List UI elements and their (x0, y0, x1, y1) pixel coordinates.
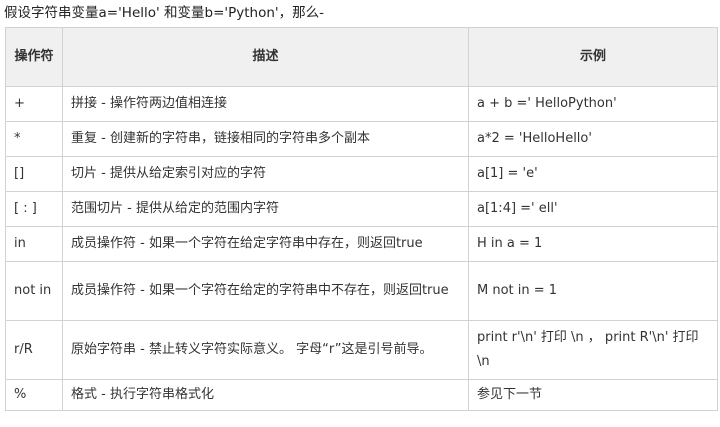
operator-cell: + (5, 86, 63, 122)
operator-cell: in (5, 226, 63, 262)
operator-cell: * (5, 121, 63, 157)
table-row: [ : ] 范围切片 - 提供从给定的范围内字符 a[1:4] =' ell' (5, 191, 718, 227)
description-cell: 拼接 - 操作符两边值相连接 (62, 86, 469, 122)
table-row: % 格式 - 执行字符串格式化 参见下一节 (5, 379, 718, 411)
header-operator: 操作符 (5, 27, 63, 87)
header-description: 描述 (62, 27, 469, 87)
table-row: r/R 原始字符串 - 禁止转义字符实际意义。 字母“r”这是引号前导。 pri… (5, 320, 718, 380)
table-row: * 重复 - 创建新的字符串，链接相同的字符串多个副本 a*2 = 'Hello… (5, 121, 718, 157)
table-row: in 成员操作符 - 如果一个字符在给定字符串中存在，则返回true H in … (5, 226, 718, 262)
example-cell: print r'\n' 打印 \n ， print R'\n' 打印 \n (468, 320, 718, 380)
header-example: 示例 (468, 27, 718, 87)
description-cell: 格式 - 执行字符串格式化 (62, 379, 469, 411)
example-cell: a*2 = 'HelloHello' (468, 121, 718, 157)
description-cell: 切片 - 提供从给定索引对应的字符 (62, 156, 469, 192)
example-cell: H in a = 1 (468, 226, 718, 262)
operator-cell: % (5, 379, 63, 411)
example-cell: M not in = 1 (468, 261, 718, 321)
table-row: [] 切片 - 提供从给定索引对应的字符 a[1] = 'e' (5, 156, 718, 192)
description-cell: 原始字符串 - 禁止转义字符实际意义。 字母“r”这是引号前导。 (62, 320, 469, 380)
description-cell: 范围切片 - 提供从给定的范围内字符 (62, 191, 469, 227)
description-cell: 成员操作符 - 如果一个字符在给定的字符串中不存在，则返回true (62, 261, 469, 321)
description-cell: 成员操作符 - 如果一个字符在给定字符串中存在，则返回true (62, 226, 469, 262)
example-cell: a[1] = 'e' (468, 156, 718, 192)
table-header-row: 操作符 描述 示例 (5, 27, 718, 87)
operator-cell: [ : ] (5, 191, 63, 227)
example-cell: 参见下一节 (468, 379, 718, 411)
operator-cell: not in (5, 261, 63, 321)
operator-cell: r/R (5, 320, 63, 380)
table-row: + 拼接 - 操作符两边值相连接 a + b =' HelloPython' (5, 86, 718, 122)
description-cell: 重复 - 创建新的字符串，链接相同的字符串多个副本 (62, 121, 469, 157)
example-cell: a[1:4] =' ell' (468, 191, 718, 227)
operator-cell: [] (5, 156, 63, 192)
string-operators-table: 操作符 描述 示例 + 拼接 - 操作符两边值相连接 a + b =' Hell… (5, 27, 718, 411)
table-row: not in 成员操作符 - 如果一个字符在给定的字符串中不存在，则返回true… (5, 261, 718, 321)
intro-text: 假设字符串变量a='Hello' 和变量b='Python'，那么- (4, 5, 324, 21)
example-cell: a + b =' HelloPython' (468, 86, 718, 122)
